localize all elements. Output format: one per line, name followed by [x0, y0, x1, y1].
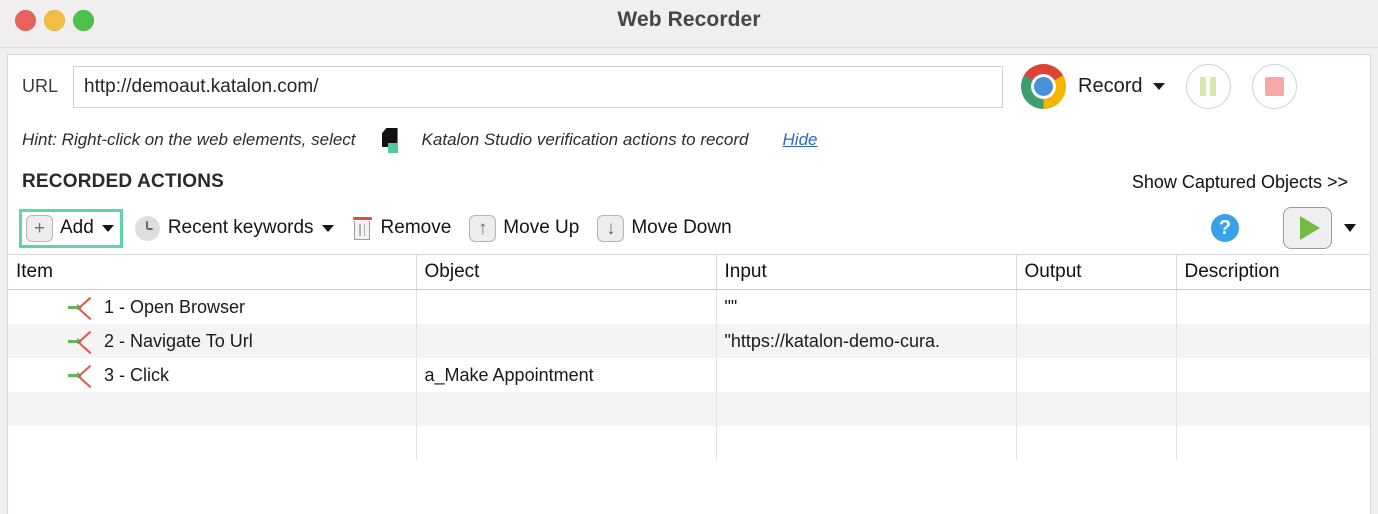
item-label: 2 - Navigate To Url: [104, 330, 253, 351]
cell-output: [1016, 426, 1177, 460]
cell-item: [8, 426, 417, 460]
move-down-label: Move Down: [631, 217, 732, 238]
table-row[interactable]: 1 - Open Browser "": [8, 289, 1370, 324]
add-button-label: Add: [60, 217, 94, 238]
stop-recording-button[interactable]: [1251, 64, 1297, 109]
cell-description: [1176, 289, 1370, 324]
recorder-panel: URL http://demoaut.katalon.com/ Record H…: [7, 54, 1371, 514]
web-recorder-window: Web Recorder URL http://demoaut.katalon.…: [0, 0, 1378, 514]
actions-toolbar: + Add Recent keywords Remove ↑ Move Up ↓: [8, 202, 1370, 254]
clock-icon: [134, 215, 160, 241]
add-button[interactable]: + Add: [19, 208, 123, 248]
show-captured-objects-link[interactable]: Show Captured Objects >>: [1132, 172, 1348, 193]
cell-item: 3 - Click: [8, 358, 417, 392]
table-row[interactable]: [8, 426, 1370, 460]
column-header-description[interactable]: Description: [1176, 255, 1370, 290]
recent-keywords-button[interactable]: Recent keywords: [134, 215, 334, 241]
url-label: URL: [22, 76, 59, 96]
cell-description: [1176, 426, 1370, 460]
cell-object: [416, 392, 717, 426]
cell-object: [416, 426, 717, 460]
hint-bar: Hint: Right-click on the web elements, s…: [8, 118, 1370, 162]
play-icon: [1299, 216, 1320, 240]
chevron-down-icon[interactable]: [321, 224, 334, 232]
recorded-actions-header: RECORDED ACTIONS Show Captured Objects >…: [8, 162, 1370, 202]
page-title: RECORDED ACTIONS: [22, 171, 225, 192]
cell-input: [716, 426, 1017, 460]
column-header-item[interactable]: Item: [8, 255, 417, 290]
cell-output: [1016, 289, 1177, 324]
cell-output: [1016, 324, 1177, 358]
stop-icon: [1264, 77, 1284, 96]
table-row[interactable]: 3 - Click a_Make Appointment: [8, 358, 1370, 392]
window-title: Web Recorder: [617, 8, 761, 31]
item-label: 1 - Open Browser: [104, 296, 246, 317]
chrome-icon: [1021, 64, 1067, 109]
table-row[interactable]: 2 - Navigate To Url "https://katalon-dem…: [8, 324, 1370, 358]
cell-object: a_Make Appointment: [416, 358, 717, 392]
hint-text-after: Katalon Studio verification actions to r…: [421, 130, 749, 149]
run-options-chevron-down-icon[interactable]: [1344, 224, 1356, 232]
table-header-row: Item Object Input Output Description: [8, 255, 1370, 290]
column-header-object[interactable]: Object: [416, 255, 717, 290]
remove-button[interactable]: Remove: [352, 216, 452, 241]
plus-icon: +: [26, 214, 53, 242]
cell-input: [716, 392, 1017, 426]
recorded-actions-table: Item Object Input Output Description 1 -…: [8, 254, 1370, 514]
chevron-down-icon[interactable]: [1152, 83, 1165, 90]
chevron-down-icon[interactable]: [101, 224, 114, 232]
cell-item: 2 - Navigate To Url: [8, 324, 417, 358]
cell-description: [1176, 392, 1370, 426]
cell-item: [8, 392, 417, 426]
column-header-input[interactable]: Input: [716, 255, 1017, 290]
title-bar: Web Recorder: [0, 0, 1378, 48]
pause-icon: [1200, 77, 1216, 96]
disabled-step-icon[interactable]: [68, 296, 96, 320]
cell-output: [1016, 358, 1177, 392]
cell-input: "": [716, 289, 1017, 324]
cell-output: [1016, 392, 1177, 426]
pause-recording-button[interactable]: [1185, 64, 1231, 109]
cell-item: 1 - Open Browser: [8, 289, 417, 324]
column-header-output[interactable]: Output: [1016, 255, 1177, 290]
cell-description: [1176, 324, 1370, 358]
help-question-icon[interactable]: ?: [1211, 214, 1239, 242]
katalon-logo-icon: [381, 128, 400, 153]
trash-icon: [352, 216, 373, 241]
move-up-label: Move Up: [503, 217, 580, 238]
cell-object: [416, 324, 717, 358]
run-button[interactable]: [1283, 207, 1332, 249]
url-input[interactable]: http://demoaut.katalon.com/: [73, 65, 1004, 108]
move-down-button[interactable]: ↓ Move Down: [597, 214, 732, 242]
remove-button-label: Remove: [380, 217, 452, 238]
disabled-step-icon[interactable]: [68, 330, 96, 354]
item-label: 3 - Click: [104, 364, 170, 385]
arrow-down-icon: ↓: [597, 214, 625, 242]
cell-object: [416, 289, 717, 324]
hide-hint-link[interactable]: Hide: [783, 130, 818, 150]
recorder-controls: Record: [1021, 64, 1297, 109]
recent-keywords-label: Recent keywords: [167, 217, 314, 238]
url-bar: URL http://demoaut.katalon.com/ Record: [8, 55, 1370, 118]
cell-input: [716, 358, 1017, 392]
hint-text-before: Hint: Right-click on the web elements, s…: [22, 130, 356, 149]
cell-description: [1176, 358, 1370, 392]
disabled-step-icon[interactable]: [68, 364, 96, 388]
move-up-button[interactable]: ↑ Move Up: [469, 214, 580, 242]
table-row[interactable]: [8, 392, 1370, 426]
arrow-up-icon: ↑: [469, 214, 497, 242]
cell-input: "https://katalon-demo-cura.: [716, 324, 1017, 358]
record-dropdown-label[interactable]: Record: [1078, 75, 1142, 98]
